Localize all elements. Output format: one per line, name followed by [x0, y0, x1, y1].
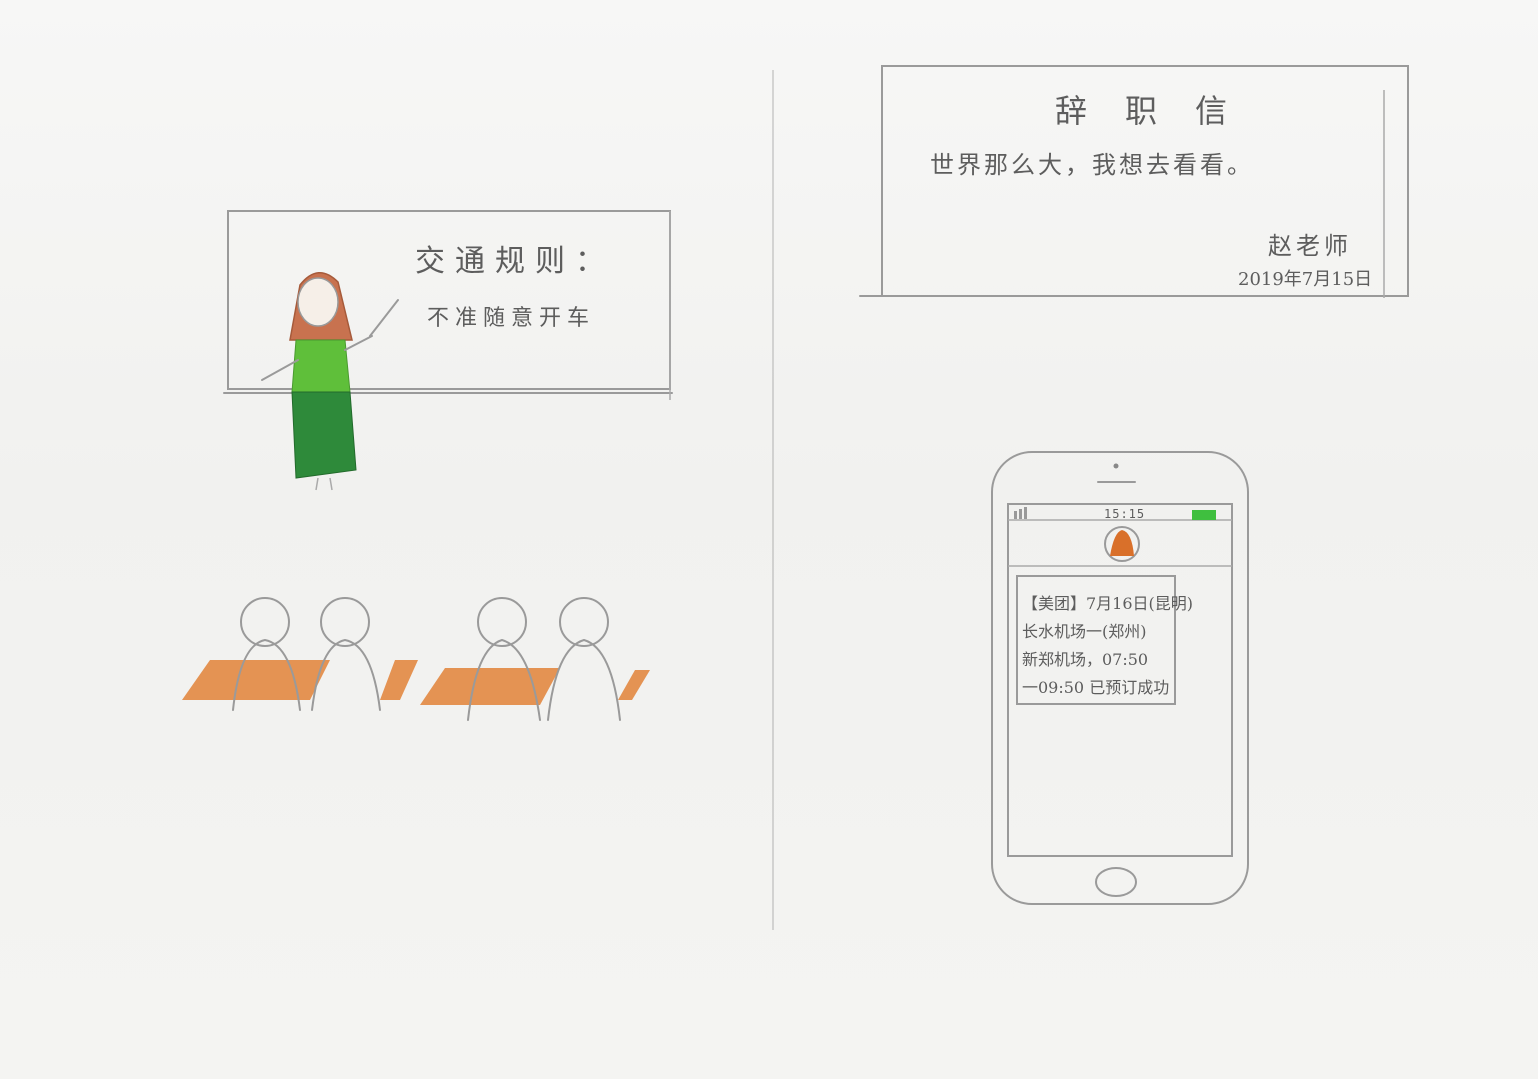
sms-line: 一09:50 已预订成功	[1022, 678, 1170, 697]
sms-line: 长水机场一(郑州)	[1022, 622, 1147, 641]
phone-status-time: 15:15	[1104, 507, 1146, 521]
sms-line: 【美团】7月16日(昆明)	[1022, 594, 1194, 613]
chalkboard-rule: 不准随意开车	[427, 306, 596, 331]
letter-date: 2019年7月15日	[1238, 269, 1373, 290]
sms-message: 【美团】7月16日(昆明) 长水机场一(郑州) 新郑机场，07:50 一09:5…	[1022, 590, 1193, 702]
students-row	[182, 597, 650, 721]
letter-body: 世界那么大，我想去看看。	[930, 151, 1254, 179]
letter-signature: 赵老师	[1268, 232, 1352, 260]
letter-title: 辞职信	[1055, 92, 1266, 130]
drawing-canvas	[182, 65, 1409, 905]
sms-line: 新郑机场，07:50	[1022, 650, 1149, 669]
chalkboard-title: 交通规则：	[415, 244, 615, 279]
teacher-figure	[261, 272, 399, 491]
